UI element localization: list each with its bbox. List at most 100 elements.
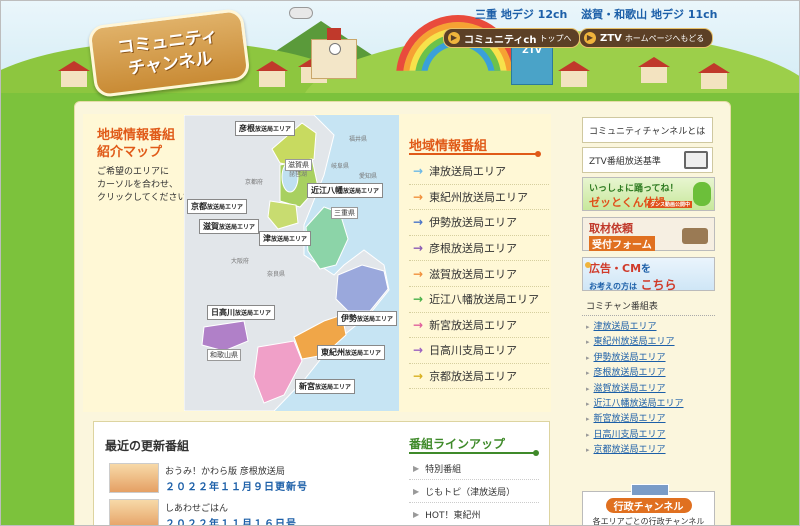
map-label-suffix: 放送局エリア bbox=[219, 224, 256, 231]
map-label-kyoto[interactable]: 京都放送局エリア bbox=[187, 199, 248, 214]
schedule-link[interactable]: 近江八幡放送局エリア bbox=[586, 396, 684, 411]
geo-label: 岐阜県 bbox=[331, 163, 350, 170]
map-label-name: 近江八幡 bbox=[311, 186, 343, 195]
house-illustration bbox=[256, 61, 288, 87]
region-item-label: 伊勢放送局エリア bbox=[429, 216, 518, 230]
region-item-kyoto[interactable]: → 京都放送局エリア bbox=[409, 364, 549, 390]
schedule-link[interactable]: 日高川支局エリア bbox=[586, 427, 684, 442]
administrative-channel-banner[interactable]: 行政チャンネル 各エリアごとの行政チャンネル bbox=[582, 484, 715, 525]
arrow-right-icon: ▶ bbox=[584, 32, 596, 44]
channel-mie: 三重 地デジ 12ch bbox=[475, 8, 568, 21]
triangle-right-icon: ▶ bbox=[413, 486, 420, 496]
triangle-right-icon: ▶ bbox=[413, 509, 420, 519]
program-thumbnail[interactable] bbox=[109, 463, 159, 493]
map-label-suffix: 放送局エリア bbox=[271, 236, 308, 243]
region-item-label: 彦根放送局エリア bbox=[429, 242, 518, 256]
region-item-tsu[interactable]: → 津放送局エリア bbox=[409, 159, 549, 185]
video-camera-icon bbox=[682, 228, 708, 244]
recent-program-title[interactable]: おうみ！かわら版 彦根放送局 bbox=[165, 464, 285, 477]
region-item-label: 近江八幡放送局エリア bbox=[429, 293, 540, 307]
heading-underline bbox=[409, 450, 539, 456]
advertising-banner[interactable]: 広告・CMを お考えの方は こちら bbox=[582, 257, 715, 292]
recent-program-date[interactable]: ２０２２年１１月１６日号 bbox=[165, 515, 297, 525]
schedule-list: 津放送局エリア 東紀州放送局エリア 伊勢放送局エリア 彦根放送局エリア 滋賀放送… bbox=[586, 319, 684, 458]
zettokun-dance-banner[interactable]: いっしょに踊ってね！ ゼッとくん体操 ダンス動画公開中 bbox=[582, 177, 715, 211]
map-label-suffix: 放送局エリア bbox=[235, 310, 272, 317]
program-thumbnail[interactable] bbox=[109, 499, 159, 525]
button-sublabel: ホームページへもどる bbox=[624, 33, 705, 43]
recent-program-date[interactable]: ２０２２年１１月９日更新号 bbox=[165, 478, 308, 493]
arrow-right-icon: → bbox=[413, 189, 424, 204]
ztv-home-button[interactable]: ▶ ZTV ホームページへもどる bbox=[579, 28, 714, 48]
map-title-line: 紹介マップ bbox=[97, 145, 163, 160]
recent-updates-heading: 最近の更新番組 bbox=[105, 439, 190, 453]
map-label-hidakagawa[interactable]: 日高川放送局エリア bbox=[207, 305, 276, 320]
lineup-item-label: じもトピ（津放送局） bbox=[425, 487, 516, 498]
schedule-link[interactable]: 京都放送局エリア bbox=[586, 442, 684, 457]
region-item-omihachiman[interactable]: → 近江八幡放送局エリア bbox=[409, 287, 549, 313]
map-label-name: 日高川 bbox=[211, 308, 235, 317]
interview-request-banner[interactable]: 取材依頼 受付フォーム bbox=[582, 217, 715, 251]
map-label-suffix: 放送局エリア bbox=[345, 350, 382, 357]
schedule-link[interactable]: 東紀州放送局エリア bbox=[586, 334, 684, 349]
map-label-omihachiman[interactable]: 近江八幡放送局エリア bbox=[307, 183, 384, 198]
map-title: 地域情報番組 紹介マップ bbox=[97, 127, 175, 161]
clock-icon bbox=[329, 43, 341, 55]
schedule-link[interactable]: 津放送局エリア bbox=[586, 319, 684, 334]
tv-icon bbox=[585, 262, 591, 268]
broadcast-standards-link[interactable]: ZTV番組放送基準 bbox=[582, 147, 713, 173]
map-label-tsu[interactable]: 津放送局エリア bbox=[259, 231, 312, 246]
schedule-link[interactable]: 伊勢放送局エリア bbox=[586, 350, 684, 365]
tv-icon bbox=[684, 151, 708, 169]
map-label-name: 新宮 bbox=[299, 382, 315, 391]
schedule-link[interactable]: 彦根放送局エリア bbox=[586, 365, 684, 380]
house-illustration bbox=[638, 57, 670, 83]
recent-program-title[interactable]: しあわせごはん bbox=[165, 501, 228, 514]
arrow-right-icon: → bbox=[413, 164, 424, 179]
region-item-ise[interactable]: → 伊勢放送局エリア bbox=[409, 210, 549, 236]
lineup-item[interactable]: ▶ じもトピ（津放送局） bbox=[409, 480, 539, 503]
map-label-hikone[interactable]: 彦根放送局エリア bbox=[235, 121, 296, 136]
schedule-link[interactable]: 滋賀放送局エリア bbox=[586, 381, 684, 396]
lineup-item-label: HOT！東紀州 bbox=[425, 510, 481, 521]
banner-text: こちら bbox=[640, 278, 677, 292]
sidebar-link-label: コミュニティチャンネルとは bbox=[589, 126, 706, 137]
map-label-name: 津 bbox=[263, 234, 271, 243]
region-list-heading: 地域情報番組 bbox=[409, 139, 488, 154]
geo-label: 琵琶湖 bbox=[289, 171, 308, 178]
channel-info: 三重 地デジ 12ch 滋賀・和歌山 地デジ 11ch bbox=[475, 6, 718, 22]
map-label-name: 滋賀 bbox=[203, 222, 219, 231]
about-community-channel-link[interactable]: コミュニティチャンネルとは bbox=[582, 117, 713, 143]
region-item-shingu[interactable]: → 新宮放送局エリア bbox=[409, 313, 549, 339]
schedule-link[interactable]: 新宮放送局エリア bbox=[586, 411, 684, 426]
button-label: コミュニティch bbox=[464, 34, 537, 46]
map-label-suffix: 放送局エリア bbox=[343, 188, 380, 195]
building-icon bbox=[631, 484, 669, 496]
arrow-right-icon: → bbox=[413, 343, 424, 358]
banner-text: 受付フォーム bbox=[589, 236, 655, 251]
region-item-hikone[interactable]: → 彦根放送局エリア bbox=[409, 236, 549, 262]
region-item-label: 新宮放送局エリア bbox=[429, 318, 518, 332]
mascot-icon bbox=[693, 182, 711, 206]
map-label-higashikishu[interactable]: 東紀州放送局エリア bbox=[317, 345, 386, 360]
map-label-shiga[interactable]: 滋賀放送局エリア bbox=[199, 219, 260, 234]
community-top-button[interactable]: ▶ コミュニティch トップへ bbox=[443, 28, 581, 48]
lineup-item[interactable]: ▶ HOT！東紀州 bbox=[409, 503, 539, 525]
map-label-ise[interactable]: 伊勢放送局エリア bbox=[337, 311, 398, 326]
geo-label: 奈良県 bbox=[267, 271, 286, 278]
region-item-hidakagawa[interactable]: → 日高川支局エリア bbox=[409, 338, 549, 364]
region-item-label: 東紀州放送局エリア bbox=[429, 190, 529, 204]
button-label: ZTV bbox=[600, 32, 622, 44]
banner-title: 行政チャンネル bbox=[605, 498, 692, 513]
map-title-line: 地域情報番組 bbox=[97, 128, 176, 143]
map-label-shingu[interactable]: 新宮放送局エリア bbox=[295, 379, 356, 394]
map-desc-line: ご希望のエリアに bbox=[97, 167, 170, 177]
region-item-label: 京都放送局エリア bbox=[429, 370, 518, 384]
heading-underline bbox=[409, 151, 541, 157]
banner-tag: ダンス動画公開中 bbox=[648, 201, 692, 208]
region-item-higashikishu[interactable]: → 東紀州放送局エリア bbox=[409, 185, 549, 211]
lineup-item[interactable]: ▶ 特別番組 bbox=[409, 457, 539, 480]
region-item-shiga[interactable]: → 滋賀放送局エリア bbox=[409, 261, 549, 287]
page-frame: ZTV コミュニティ チャンネル 三重 地デジ 12ch 滋賀・和歌山 地デジ … bbox=[0, 0, 800, 526]
arrow-right-icon: → bbox=[413, 292, 424, 307]
